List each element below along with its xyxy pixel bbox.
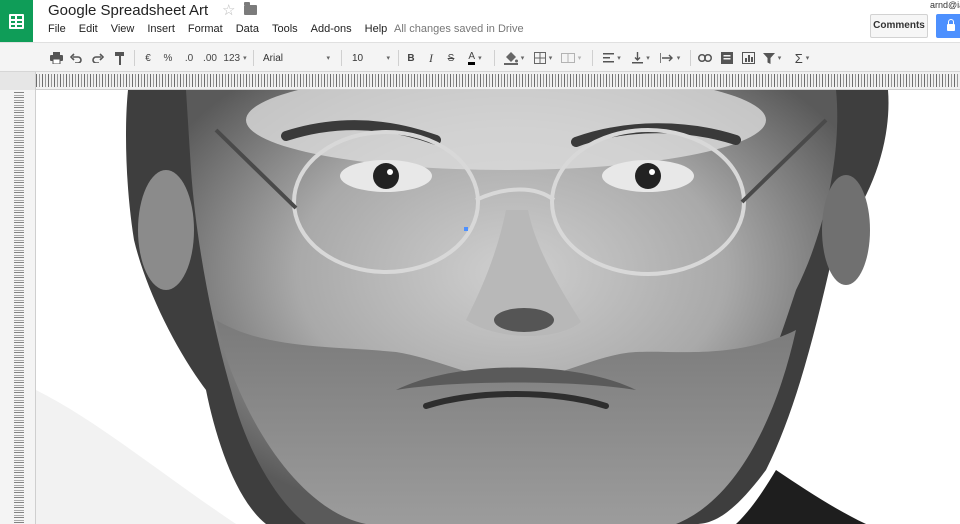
borders-icon[interactable]: ▾ bbox=[530, 47, 556, 69]
select-all-corner[interactable] bbox=[0, 72, 36, 90]
functions-button[interactable]: Σ ▾ bbox=[790, 47, 814, 69]
font-size-value: 10 bbox=[352, 52, 364, 64]
toolbar-divider bbox=[690, 50, 691, 66]
font-family-value: Arial bbox=[263, 52, 284, 64]
chevron-down-icon: ▾ bbox=[326, 55, 330, 62]
font-family-select[interactable]: Arial ▾ bbox=[258, 48, 336, 68]
print-icon[interactable] bbox=[48, 47, 64, 69]
menu-insert[interactable]: Insert bbox=[147, 23, 175, 35]
more-formats-button[interactable]: 123 ▾ bbox=[221, 47, 249, 69]
italic-button[interactable]: I bbox=[424, 47, 438, 69]
percent-button[interactable]: % bbox=[161, 47, 175, 69]
menu-file[interactable]: File bbox=[48, 23, 66, 35]
menu-format[interactable]: Format bbox=[188, 23, 223, 35]
toolbar-divider bbox=[592, 50, 593, 66]
save-status: All changes saved in Drive bbox=[394, 23, 524, 35]
bold-button[interactable]: B bbox=[404, 47, 418, 69]
menu-addons[interactable]: Add-ons bbox=[311, 23, 352, 35]
folder-icon[interactable] bbox=[244, 2, 257, 15]
menu-tools[interactable]: Tools bbox=[272, 23, 298, 35]
functions-label: Σ bbox=[794, 50, 803, 66]
menu-data[interactable]: Data bbox=[236, 23, 259, 35]
link-icon[interactable] bbox=[696, 47, 714, 69]
currency-button[interactable]: € bbox=[141, 47, 155, 69]
share-button[interactable] bbox=[936, 14, 960, 38]
chevron-down-icon: ▾ bbox=[478, 55, 482, 62]
strikethrough-button[interactable]: S bbox=[444, 47, 458, 69]
more-formats-label: 123 bbox=[223, 52, 241, 64]
toolbar-divider bbox=[134, 50, 135, 66]
portrait-artwork bbox=[36, 90, 889, 524]
increase-decimals-button[interactable]: .00 bbox=[201, 47, 219, 69]
cell-grid[interactable] bbox=[36, 90, 960, 524]
spreadsheet-window: Google Spreadsheet Art ☆ File Edit View … bbox=[0, 0, 960, 524]
selected-cell-cursor bbox=[464, 227, 468, 231]
align-icon[interactable]: ▾ bbox=[600, 47, 624, 69]
document-title[interactable]: Google Spreadsheet Art bbox=[48, 2, 208, 19]
wrap-icon[interactable]: ▾ bbox=[657, 47, 683, 69]
paint-format-icon[interactable] bbox=[112, 47, 128, 69]
valign-icon[interactable]: ▾ bbox=[629, 47, 653, 69]
decrease-decimals-button[interactable]: .0 bbox=[181, 47, 197, 69]
toolbar-divider bbox=[494, 50, 495, 66]
chevron-down-icon: ▾ bbox=[676, 55, 681, 62]
chevron-down-icon: ▾ bbox=[777, 55, 782, 62]
chevron-down-icon: ▾ bbox=[386, 55, 390, 62]
menu-help[interactable]: Help bbox=[365, 23, 388, 35]
chevron-down-icon: ▾ bbox=[577, 55, 582, 62]
filter-icon[interactable]: ▾ bbox=[760, 47, 784, 69]
font-size-select[interactable]: 10 ▾ bbox=[346, 48, 394, 68]
sheets-logo-icon[interactable] bbox=[0, 0, 33, 42]
menu-bar: File Edit View Insert Format Data Tools … bbox=[48, 23, 400, 35]
toolbar-divider bbox=[253, 50, 254, 66]
toolbar-divider bbox=[341, 50, 342, 66]
lock-icon bbox=[947, 19, 955, 31]
row-headers[interactable] bbox=[14, 92, 24, 524]
undo-icon[interactable] bbox=[68, 47, 84, 69]
column-headers[interactable] bbox=[36, 74, 960, 87]
header-bar: Google Spreadsheet Art ☆ File Edit View … bbox=[0, 0, 960, 42]
menu-edit[interactable]: Edit bbox=[79, 23, 98, 35]
chevron-down-icon: ▾ bbox=[646, 55, 650, 62]
comment-icon[interactable] bbox=[718, 47, 736, 69]
merge-icon[interactable]: ▾ bbox=[558, 47, 584, 69]
chevron-down-icon: ▾ bbox=[805, 55, 810, 62]
chevron-down-icon: ▾ bbox=[520, 55, 525, 62]
chevron-down-icon: ▾ bbox=[617, 55, 621, 62]
redo-icon[interactable] bbox=[90, 47, 106, 69]
comments-button[interactable]: Comments bbox=[870, 14, 928, 38]
chevron-down-icon: ▾ bbox=[243, 55, 247, 62]
text-color-button[interactable]: A ▾ bbox=[463, 47, 487, 69]
text-color-label: A bbox=[468, 51, 476, 65]
fill-color-icon[interactable]: ▾ bbox=[502, 47, 526, 69]
toolbar: € % .0 .00 123 ▾ Arial ▾ 10 ▾ B I S A ▾ ▾ ▾ … bbox=[0, 42, 960, 72]
toolbar-divider bbox=[398, 50, 399, 66]
user-email[interactable]: arnd@ia bbox=[930, 0, 960, 10]
chart-icon[interactable] bbox=[739, 47, 757, 69]
chevron-down-icon: ▾ bbox=[548, 55, 553, 62]
menu-view[interactable]: View bbox=[111, 23, 135, 35]
star-icon[interactable]: ☆ bbox=[222, 1, 235, 19]
